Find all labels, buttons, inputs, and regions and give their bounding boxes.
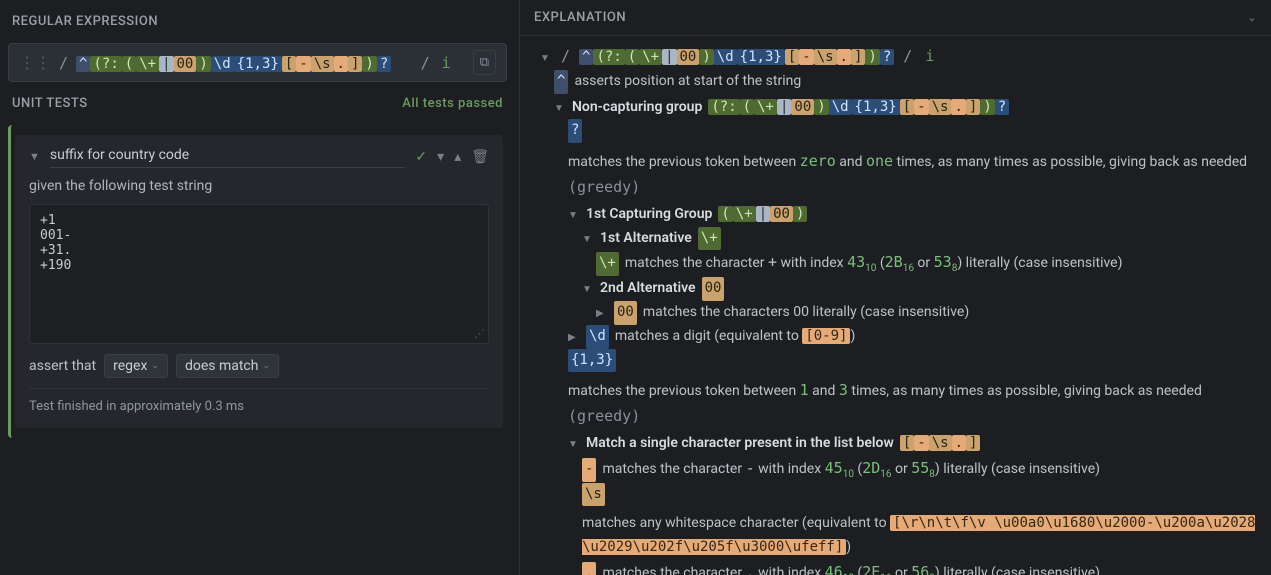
regex-input-bar[interactable]: ⋮⋮ / ^(?:(\+|00)\d{1,3}[-\s.])? / i ⧉ bbox=[8, 43, 507, 82]
trash-icon[interactable]: 🗑 bbox=[471, 149, 489, 165]
tok-pipe: | bbox=[159, 56, 173, 72]
tri-icon[interactable]: ▶ bbox=[568, 329, 580, 346]
tests-header: UNIT TESTS bbox=[12, 96, 88, 111]
tri-icon[interactable]: ▼ bbox=[540, 50, 552, 67]
assert-label: assert that bbox=[29, 358, 96, 374]
test-title[interactable]: suffix for country code bbox=[50, 145, 406, 168]
exp-alt1-title[interactable]: ▼ 1st Alternative \+ bbox=[582, 227, 1261, 251]
chevron-down-icon: ⌄ bbox=[151, 361, 159, 371]
regex-delimiter-open: / bbox=[59, 54, 68, 72]
tok-ncg-open: (?: bbox=[90, 56, 121, 72]
exp-caret: ^ asserts position at start of the strin… bbox=[554, 70, 1261, 94]
tok-caret: ^ bbox=[76, 56, 90, 72]
exp-cg1-title[interactable]: ▼ 1st Capturing Group (\+|00) bbox=[568, 201, 1261, 227]
exp-alt1-body: \+ matches the character + with index 43… bbox=[596, 250, 1261, 277]
regex-pattern[interactable]: ^(?:(\+|00)\d{1,3}[-\s.])? bbox=[76, 54, 391, 72]
tok-00: 00 bbox=[174, 56, 197, 72]
exp-ws: \s matches any whitespace character (equ… bbox=[582, 483, 1261, 560]
regex-header: REGULAR EXPRESSION bbox=[8, 8, 507, 35]
explanation-header: EXPLANATION bbox=[534, 10, 626, 25]
given-label: given the following test string bbox=[29, 178, 489, 194]
tri-icon[interactable]: ▶ bbox=[596, 305, 608, 322]
regex-flag[interactable]: i bbox=[442, 54, 451, 72]
explanation-body: ▼ / ^(?:(\+|00)\d{1,3}[-\s.])? / i ^ ass… bbox=[520, 36, 1271, 575]
tok-dot: . bbox=[334, 56, 348, 72]
tri-icon[interactable]: ▼ bbox=[582, 281, 594, 298]
up-caret-icon[interactable]: ▴ bbox=[454, 149, 461, 165]
exp-charclass-title[interactable]: ▼ Match a single character present in th… bbox=[568, 430, 1261, 456]
chevron-down-icon: ⌄ bbox=[262, 361, 270, 371]
resize-grip-icon[interactable]: ⋰ bbox=[474, 327, 485, 340]
exp-dot: . matches the character . with index 461… bbox=[582, 560, 1261, 575]
tri-icon[interactable]: ▼ bbox=[568, 207, 580, 224]
test-string-input[interactable]: +1 001- +31. +190⋰ bbox=[29, 204, 489, 344]
explanation-header-row[interactable]: EXPLANATION ⌄ bbox=[520, 0, 1271, 36]
collapse-icon[interactable]: ▼ bbox=[29, 150, 40, 163]
test-container: ▼ suffix for country code ✓ ▾ ▴ 🗑 given … bbox=[8, 125, 507, 438]
exp-alt2-title[interactable]: ▼ 2nd Alternative 00 bbox=[582, 277, 1261, 301]
tok-digit: \d bbox=[211, 56, 234, 72]
tests-status: All tests passed bbox=[402, 96, 503, 111]
tok-class-open: [ bbox=[282, 56, 296, 72]
tok-class-close: ] bbox=[348, 56, 362, 72]
assert-row: assert that regex⌄ does match⌄ bbox=[29, 354, 489, 378]
collapse-explanation-icon[interactable]: ⌄ bbox=[1247, 11, 1257, 24]
assert-subject-dropdown[interactable]: regex⌄ bbox=[104, 354, 168, 378]
tok-opt: ? bbox=[377, 56, 391, 72]
exp-ncg-title[interactable]: ▼ Non-capturing group (?:(\+|00)\d{1,3}[… bbox=[554, 94, 1261, 120]
tok-dash: - bbox=[296, 56, 310, 72]
pass-check-icon: ✓ bbox=[415, 149, 427, 165]
down-caret-icon[interactable]: ▾ bbox=[437, 149, 444, 165]
exp-digit: ▶ \d matches a digit (equivalent to [0-9… bbox=[568, 325, 1261, 349]
assert-predicate-dropdown[interactable]: does match⌄ bbox=[176, 354, 279, 378]
test-card: ▼ suffix for country code ✓ ▾ ▴ 🗑 given … bbox=[15, 135, 503, 428]
drag-handle-icon[interactable]: ⋮⋮ bbox=[19, 55, 51, 71]
tri-icon[interactable]: ▼ bbox=[568, 436, 580, 453]
test-title-row: ▼ suffix for country code ✓ ▾ ▴ 🗑 bbox=[29, 145, 489, 168]
tests-header-row: UNIT TESTS All tests passed bbox=[8, 90, 507, 117]
exp-alt2-body: ▶ 00 matches the characters 00 literally… bbox=[596, 301, 1261, 325]
tok-cap-close: ) bbox=[196, 56, 210, 72]
copy-button[interactable]: ⧉ bbox=[473, 50, 496, 75]
tok-ws: \s bbox=[311, 56, 334, 72]
regex-delimiter-close: / bbox=[421, 54, 430, 72]
exp-pattern-row: ▼ / ^(?:(\+|00)\d{1,3}[-\s.])? / i bbox=[540, 44, 1261, 70]
exp-quant13: {1,3} matches the previous token between… bbox=[568, 349, 1261, 430]
tri-icon[interactable]: ▼ bbox=[582, 231, 594, 248]
exp-opt-quant: ? matches the previous token between zer… bbox=[568, 119, 1261, 200]
right-panel: EXPLANATION ⌄ ▼ / ^(?:(\+|00)\d{1,3}[-\s… bbox=[520, 0, 1271, 575]
tri-icon[interactable]: ▼ bbox=[554, 100, 566, 117]
left-panel: REGULAR EXPRESSION ⋮⋮ / ^(?:(\+|00)\d{1,… bbox=[0, 0, 520, 575]
finish-text: Test finished in approximately 0.3 ms bbox=[29, 388, 489, 414]
tok-cap-open: ( bbox=[122, 56, 136, 72]
tok-quant: {1,3} bbox=[234, 56, 282, 72]
tok-ncg-close: ) bbox=[362, 56, 376, 72]
exp-dash: - matches the character - with index 451… bbox=[582, 456, 1261, 483]
tok-escplus: \+ bbox=[136, 56, 159, 72]
